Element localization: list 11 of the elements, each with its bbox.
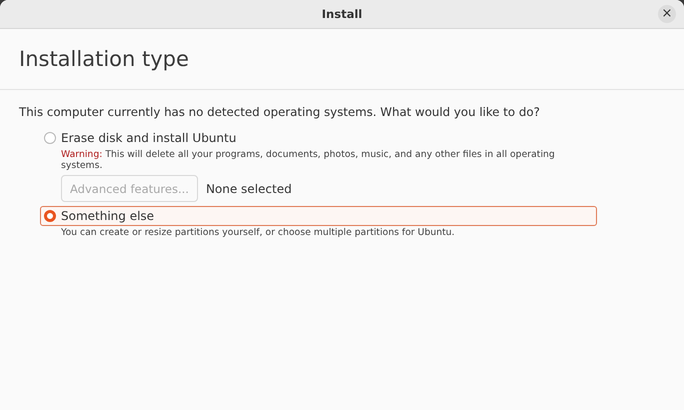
window-title: Install — [322, 7, 362, 21]
radio-button[interactable] — [44, 210, 56, 222]
page-title: Installation type — [19, 47, 189, 71]
radio-button[interactable] — [44, 132, 56, 144]
status-text: None selected — [206, 182, 292, 196]
close-button[interactable]: × — [658, 5, 676, 23]
option-description: You can create or resize partitions yourself, or choose multiple partitions for Ubuntu. — [60, 227, 456, 238]
option-label[interactable]: Erase disk and install Ubuntu — [61, 131, 236, 145]
warning-text: Warning: This will delete all your programs, documents, photos, music, and any other files in all operating systems. — [60, 149, 556, 171]
option-label[interactable]: Something else — [61, 209, 154, 223]
question-text: This computer currently has no detected operating systems. What would you like to do? — [19, 105, 541, 119]
